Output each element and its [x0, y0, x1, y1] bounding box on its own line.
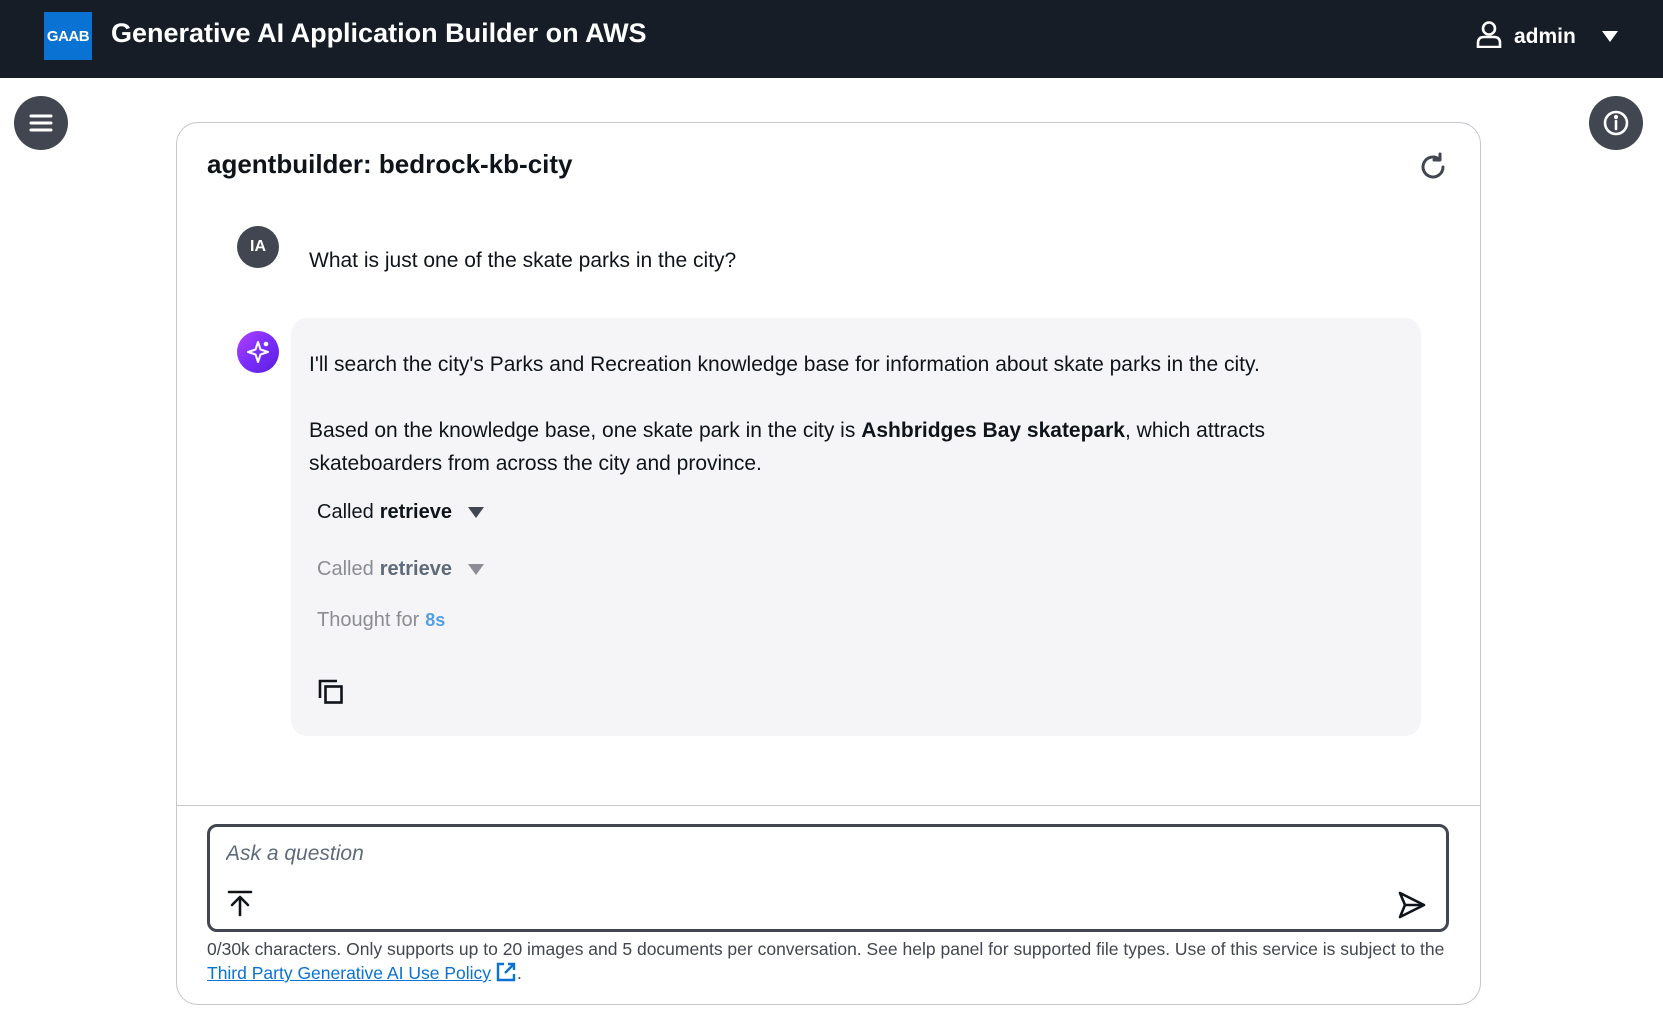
app-title[interactable]: Generative AI Application Builder on AWS	[111, 18, 647, 49]
copy-icon	[318, 679, 343, 704]
chat-title: agentbuilder: bedrock-kb-city	[207, 149, 573, 179]
tool-call-name: retrieve	[379, 558, 452, 580]
sparkle-icon	[247, 341, 269, 363]
ai-message-paragraph: Based on the knowledge base, one skate p…	[309, 414, 1389, 480]
prompt-input-box[interactable]	[207, 824, 1449, 932]
refresh-button[interactable]	[1417, 151, 1449, 183]
user-name: admin	[1514, 24, 1576, 48]
thought-duration: Thought for 8s	[317, 609, 445, 632]
send-button[interactable]	[1396, 889, 1428, 921]
chat-container: agentbuilder: bedrock-kb-city IA What is…	[176, 122, 1481, 1005]
input-constraint-text: 0/30k characters. Only supports up to 20…	[207, 937, 1447, 989]
ai-text-segment: Based on the knowledge base, one skate p…	[309, 419, 862, 442]
thought-time: 8s	[425, 610, 446, 630]
info-icon	[1603, 110, 1629, 136]
hamburger-icon	[29, 114, 53, 132]
ai-text-bold: Ashbridges Bay skatepark	[861, 419, 1125, 442]
copy-button[interactable]	[317, 678, 345, 706]
ai-message-paragraph: I'll search the city's Parks and Recreat…	[309, 353, 1260, 376]
ai-avatar	[237, 331, 279, 373]
refresh-icon	[1421, 152, 1445, 179]
tool-call-prefix: Called	[317, 501, 374, 523]
prompt-input[interactable]	[226, 839, 1376, 869]
upload-icon	[227, 890, 253, 917]
user-message: What is just one of the skate parks in t…	[309, 249, 737, 272]
thought-label: Thought for	[317, 609, 420, 631]
upload-button[interactable]	[226, 889, 254, 917]
user-avatar: IA	[237, 226, 279, 268]
divider	[177, 805, 1480, 806]
tool-call-prefix: Called	[317, 558, 374, 580]
app-logo[interactable]: GAAB	[44, 12, 92, 60]
top-navigation: GAAB Generative AI Application Builder o…	[0, 0, 1663, 78]
user-icon	[1476, 20, 1502, 53]
user-menu[interactable]: admin	[1476, 20, 1618, 53]
use-policy-link[interactable]: Third Party Generative AI Use Policy	[207, 963, 491, 983]
external-link-icon[interactable]	[495, 961, 517, 989]
ai-message-bubble: I'll search the city's Parks and Recreat…	[291, 318, 1421, 736]
navigation-menu-button[interactable]	[14, 96, 68, 150]
info-panel-button[interactable]	[1589, 96, 1643, 150]
caret-down-icon	[467, 564, 484, 575]
footer-text-segment: .	[517, 963, 522, 983]
footer-text-segment: 0/30k characters. Only supports up to 20…	[207, 939, 1445, 959]
send-icon	[1398, 891, 1426, 919]
tool-call-name: retrieve	[379, 501, 452, 523]
tool-call-expander[interactable]: Called retrieve	[317, 558, 484, 581]
tool-call-expander[interactable]: Called retrieve	[317, 501, 484, 524]
chevron-down-icon	[1601, 31, 1618, 42]
caret-down-icon	[467, 507, 484, 518]
